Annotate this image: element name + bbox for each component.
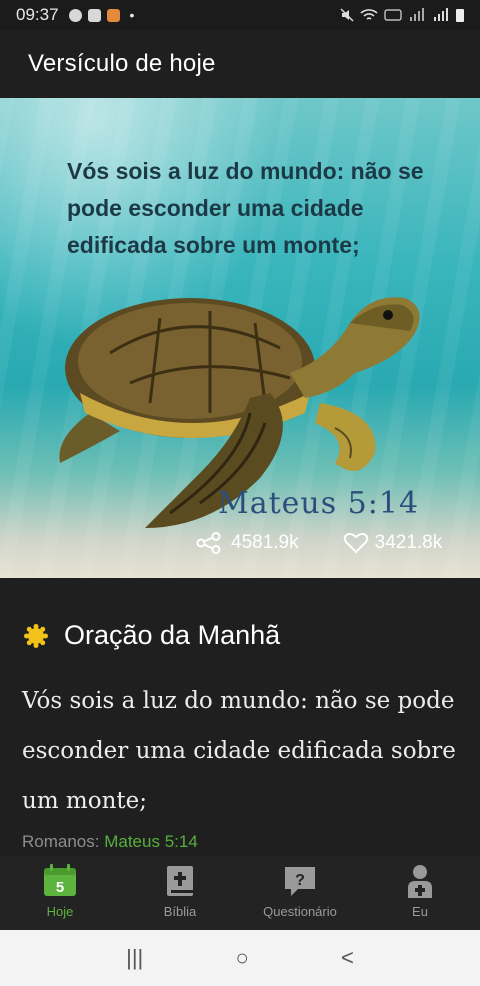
verse-stats: 4581.9k 3421.8k: [195, 532, 442, 554]
home-button[interactable]: ○: [235, 945, 248, 971]
recents-button[interactable]: |||: [126, 945, 143, 971]
nav-label-biblia: Bíblia: [163, 904, 197, 919]
prayer-text: Vós sois a luz do mundo: não se pode esc…: [22, 688, 456, 814]
back-button[interactable]: <: [341, 945, 354, 971]
more-notifications-dot: •: [129, 7, 135, 23]
mute-icon: [340, 8, 354, 22]
status-bar: 09:37 •: [0, 0, 480, 30]
quiz-glyph: ?: [295, 872, 305, 889]
nav-label-eu: Eu: [412, 904, 428, 919]
section-header: Oração da Manhã: [24, 620, 280, 651]
morning-prayer-section: Oração da Manhã Vós sois a luz do mundo:…: [0, 578, 480, 856]
heart-icon: [343, 532, 368, 554]
play-notification-icon: [68, 8, 82, 22]
signal-icon: [410, 8, 424, 21]
nav-item-hoje[interactable]: 5 Hoje: [0, 856, 120, 930]
sun-icon: [24, 623, 48, 648]
source-link[interactable]: Mateus 5:14: [104, 832, 198, 851]
nav-item-biblia[interactable]: Bíblia: [120, 856, 240, 930]
nav-label-hoje: Hoje: [46, 904, 74, 919]
signal-icon-2: [434, 8, 448, 21]
nav-label-questionario: Questionário: [263, 904, 337, 919]
message-notification-icon: [87, 8, 101, 22]
battery-icon: [456, 8, 464, 22]
image-verse-reference: Mateus 5:14: [218, 486, 420, 521]
status-time: 09:37: [16, 5, 59, 24]
section-title: Oração da Manhã: [64, 620, 281, 650]
app-notification-icon: [106, 8, 120, 22]
volte-icon: [384, 9, 402, 21]
status-indicators: [340, 8, 464, 22]
verse-image-card[interactable]: Vós sois a luz do mundo: não se pode esc…: [0, 98, 480, 578]
like-count: 3421.8k: [374, 532, 443, 553]
like-stat[interactable]: 3421.8k: [343, 532, 443, 554]
nav-item-eu[interactable]: Eu: [360, 856, 480, 930]
quiz-icon: ?: [285, 867, 315, 896]
nav-item-questionario[interactable]: ? Questionário: [240, 856, 360, 930]
image-verse-text: Vós sois a luz do mundo: não se pode esc…: [67, 158, 424, 258]
bible-icon: [167, 866, 193, 896]
wifi-icon: [360, 9, 378, 20]
share-stat[interactable]: 4581.9k: [195, 532, 299, 554]
page-title: Versículo de hoje: [28, 50, 216, 77]
profile-icon: [408, 865, 432, 898]
share-count: 4581.9k: [231, 532, 299, 553]
app-bar: Versículo de hoje: [0, 30, 480, 98]
share-icon: [196, 532, 221, 554]
source-label: Romanos:: [22, 832, 100, 851]
bottom-navigation: 5 Hoje Bíblia ? Questionário Eu: [0, 856, 480, 930]
system-navigation-bar: ||| ○ <: [0, 930, 480, 986]
calendar-day: 5: [56, 879, 64, 896]
verse-source: Romanos: Mateus 5:14: [22, 832, 198, 852]
calendar-icon: 5: [44, 864, 76, 896]
